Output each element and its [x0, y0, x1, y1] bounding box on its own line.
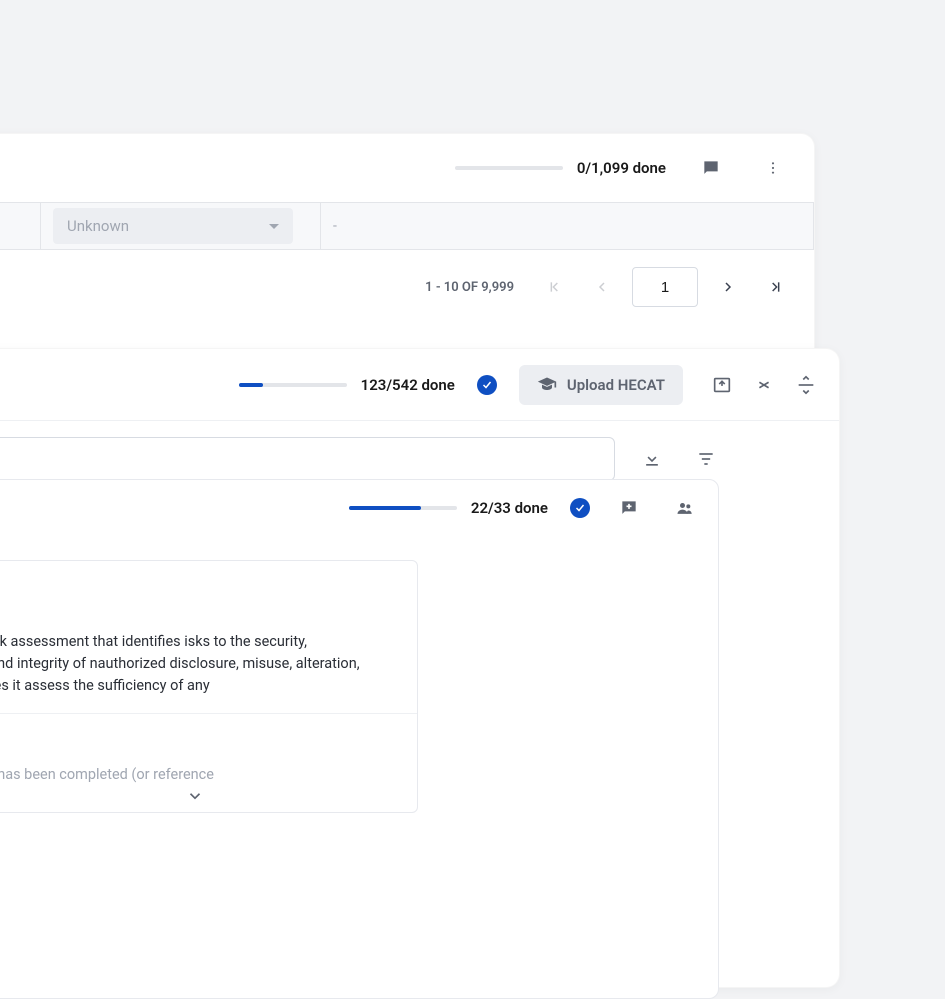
guidance-text: isk assessment has been completed (or re…	[0, 714, 417, 786]
question-card: m based on a risk assessment that identi…	[0, 560, 418, 813]
chevron-down-icon	[186, 787, 204, 805]
pagination-page-input[interactable]	[632, 267, 698, 307]
check-circle-icon[interactable]	[570, 498, 590, 518]
add-comment-icon[interactable]	[612, 491, 646, 525]
chat-icon[interactable]	[694, 151, 728, 185]
progress-track	[349, 506, 457, 510]
progress-question: 22/33 done	[349, 499, 548, 517]
filter-cell-dropdown: Unknown	[41, 202, 321, 250]
expand-chevron[interactable]	[0, 786, 417, 806]
archive-icon[interactable]	[705, 368, 739, 402]
upload-hecat-button[interactable]: Upload HECAT	[519, 365, 683, 405]
split-icon[interactable]	[789, 368, 823, 402]
progress-overall: 0/1,099 done	[455, 159, 666, 177]
question-panel: 22/33 done m based on a risk assessment …	[0, 479, 719, 999]
progress-label: 0/1,099 done	[577, 159, 666, 177]
progress-label: 123/542 done	[361, 376, 455, 394]
pagination-last-icon[interactable]	[758, 269, 794, 305]
question-text: m based on a risk assessment that identi…	[0, 561, 417, 714]
download-icon[interactable]	[635, 442, 669, 476]
chevron-down-icon	[269, 224, 279, 229]
status-dropdown[interactable]: Unknown	[53, 208, 293, 244]
progress-fill	[239, 383, 264, 387]
progress-fill	[349, 506, 421, 510]
filter-icon[interactable]	[689, 442, 723, 476]
graduation-cap-icon	[537, 375, 557, 395]
pagination-range: 1 - 10 OF 9,999	[425, 280, 514, 295]
questionnaire-card: 123/542 done Upload HECAT	[0, 348, 840, 988]
inner-header: 22/33 done	[0, 480, 718, 536]
header-actions	[705, 368, 823, 402]
upload-label: Upload HECAT	[567, 376, 665, 394]
progress-track	[455, 166, 563, 170]
progress-label: 22/33 done	[471, 499, 548, 517]
kebab-menu-icon[interactable]	[756, 151, 790, 185]
collapse-icon[interactable]	[747, 368, 781, 402]
people-icon[interactable]	[668, 491, 702, 525]
dropdown-value: Unknown	[67, 217, 129, 235]
pagination-next-icon[interactable]	[710, 269, 746, 305]
pagination: 1 - 10 OF 9,999	[0, 250, 814, 324]
check-circle-icon[interactable]	[477, 375, 497, 395]
pagination-prev-icon[interactable]	[584, 269, 620, 305]
filter-cell-left: ure	[0, 202, 41, 250]
card2-header: 123/542 done Upload HECAT	[0, 349, 839, 421]
progress-track	[239, 383, 347, 387]
filter-row: ure Unknown -	[0, 202, 814, 250]
progress-section: 123/542 done	[239, 376, 455, 394]
pagination-first-icon[interactable]	[536, 269, 572, 305]
card1-header: 0/1,099 done	[0, 134, 814, 202]
search-input[interactable]	[0, 437, 615, 481]
assessment-list-card: 0/1,099 done ure Unknown - 1 - 10 OF 9,9…	[0, 133, 815, 383]
filter-cell-right: -	[321, 202, 814, 250]
